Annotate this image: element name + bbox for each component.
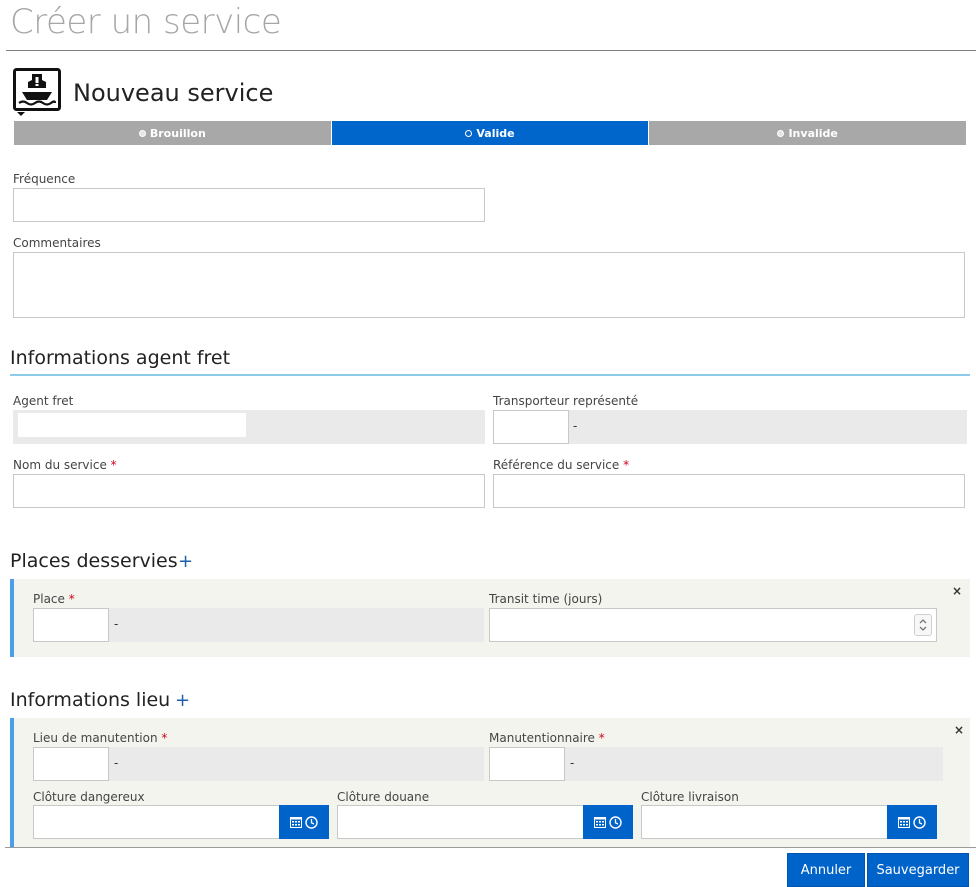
footer-divider — [5, 847, 976, 848]
manutentionnaire-code-input[interactable] — [489, 747, 565, 781]
cloture-dangereux-input[interactable] — [33, 805, 280, 839]
cloture-dangereux-picker[interactable] — [279, 805, 329, 839]
status-step-valide[interactable]: Valide — [331, 121, 650, 145]
lieu-code-input[interactable] — [33, 747, 109, 781]
commentaires-textarea[interactable] — [13, 252, 965, 318]
place-label: Place * — [33, 592, 75, 606]
entity-title: Nouveau service — [73, 79, 274, 107]
manutentionnaire-label-text: Manutentionnaire — [489, 731, 595, 745]
cloture-livraison-picker[interactable] — [887, 805, 937, 839]
transit-label: Transit time (jours) — [489, 592, 603, 606]
lieu-panel: × Lieu de manutention * - Manutentionnai… — [10, 718, 970, 847]
remove-place-button[interactable]: × — [952, 584, 962, 598]
cancel-button[interactable]: Annuler — [787, 853, 865, 887]
agent-section-title: Informations agent fret — [10, 347, 231, 369]
required-mark: * — [110, 458, 117, 472]
agent-fret-value[interactable] — [18, 413, 246, 437]
add-place-button[interactable]: + — [178, 551, 193, 572]
calendar-icon — [594, 817, 606, 828]
transporteur-field: - — [493, 410, 967, 444]
lieu-name: - — [114, 756, 119, 770]
frequence-input[interactable] — [13, 188, 485, 222]
agent-fret-field — [13, 410, 485, 444]
save-button[interactable]: Sauvegarder — [867, 853, 969, 887]
clock-icon — [609, 815, 622, 829]
required-mark: * — [161, 731, 168, 745]
ship-icon — [13, 68, 61, 116]
transporteur-code-input[interactable] — [493, 410, 569, 444]
cloture-douane-picker[interactable] — [583, 805, 633, 839]
reference-label-text: Référence du service — [493, 458, 620, 472]
nom-service-label: Nom du service * — [13, 458, 117, 472]
lieu-label: Lieu de manutention * — [33, 731, 167, 745]
radio-icon — [465, 129, 473, 137]
section-divider — [10, 374, 970, 376]
lieu-label-text: Lieu de manutention — [33, 731, 158, 745]
required-mark: * — [598, 731, 605, 745]
status-step-label: Invalide — [788, 126, 838, 140]
status-step-label: Brouillon — [149, 126, 206, 140]
agent-fret-label: Agent fret — [13, 394, 74, 408]
place-panel: × Place * - Transit time (jours) — [10, 579, 970, 657]
place-code-input[interactable] — [33, 608, 109, 642]
cloture-douane-label: Clôture douane — [337, 790, 430, 804]
nom-service-label-text: Nom du service — [13, 458, 107, 472]
status-step-invalide[interactable]: Invalide — [649, 121, 967, 145]
nom-service-input[interactable] — [13, 474, 485, 508]
cloture-livraison-input[interactable] — [641, 805, 888, 839]
frequence-label: Fréquence — [13, 172, 76, 186]
radio-icon — [777, 129, 785, 137]
reference-input[interactable] — [493, 474, 965, 508]
title-divider — [6, 50, 976, 51]
page-title: Créer un service — [10, 2, 282, 42]
places-section-title: Places desservies — [10, 550, 178, 572]
manutentionnaire-field: - — [489, 747, 943, 781]
cloture-douane-input[interactable] — [337, 805, 584, 839]
transporteur-label: Transporteur représenté — [493, 394, 639, 408]
required-mark: * — [623, 458, 630, 472]
manutentionnaire-name: - — [570, 756, 575, 770]
lieu-field: - — [33, 747, 484, 781]
reference-label: Référence du service * — [493, 458, 629, 472]
add-lieu-button[interactable]: + — [175, 690, 190, 711]
clock-icon — [913, 815, 926, 829]
status-step-brouillon[interactable]: Brouillon — [14, 121, 332, 145]
manutentionnaire-label: Manutentionnaire * — [489, 731, 605, 745]
spinner-arrows-icon — [919, 619, 927, 631]
place-name: - — [114, 617, 119, 631]
place-field: - — [33, 608, 484, 642]
status-step-label: Valide — [476, 126, 515, 140]
required-mark: * — [68, 592, 75, 606]
cloture-dangereux-label: Clôture dangereux — [33, 790, 145, 804]
transit-input[interactable] — [489, 608, 937, 642]
transit-spinner[interactable] — [914, 614, 932, 636]
place-label-text: Place — [33, 592, 65, 606]
lieu-section-title: Informations lieu — [10, 689, 171, 711]
calendar-icon — [290, 817, 302, 828]
calendar-icon — [898, 817, 910, 828]
remove-lieu-button[interactable]: × — [954, 723, 964, 737]
radio-icon — [138, 129, 146, 137]
transporteur-name: - — [573, 419, 578, 433]
commentaires-label: Commentaires — [13, 236, 101, 250]
clock-icon — [305, 815, 318, 829]
status-bar: Brouillon Valide Invalide — [14, 121, 967, 145]
cloture-livraison-label: Clôture livraison — [641, 790, 739, 804]
